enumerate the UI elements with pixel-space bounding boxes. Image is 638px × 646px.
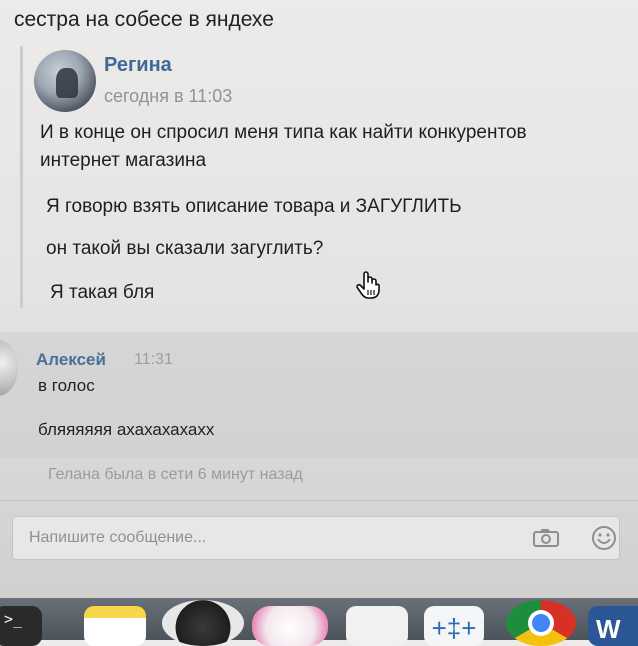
avatar-figure xyxy=(56,68,78,98)
notes-app-icon[interactable] xyxy=(84,606,146,646)
pointing-hand-cursor-icon xyxy=(356,270,382,307)
message-input[interactable] xyxy=(29,528,509,548)
smile-icon[interactable] xyxy=(591,525,617,551)
message-timestamp[interactable]: 11:31 xyxy=(134,351,173,369)
message-line: Я такая бля xyxy=(50,282,155,303)
chrome-app-icon[interactable] xyxy=(506,600,576,646)
word-app-icon[interactable]: W xyxy=(588,606,638,646)
message-compose-box xyxy=(12,516,620,560)
camera-icon[interactable] xyxy=(533,528,559,547)
avatar[interactable] xyxy=(34,50,96,112)
music-app-icon[interactable] xyxy=(252,606,328,646)
tableau-app-icon[interactable]: +‡+ xyxy=(424,606,484,646)
author-name[interactable]: Алексей xyxy=(36,350,106,370)
terminal-app-icon[interactable]: >_ xyxy=(0,606,42,646)
message-line: бляяяяяя ахахахахахх xyxy=(38,420,215,439)
quote-bar xyxy=(20,46,23,308)
divider xyxy=(0,500,638,501)
post-caption: сестра на собесе в яндехе xyxy=(14,8,274,31)
message-line: в голос xyxy=(38,376,95,395)
author-name[interactable]: Регина xyxy=(104,54,172,77)
message-line: интернет магазина xyxy=(40,150,207,171)
message-line: И в конце он спросил меня типа как найти… xyxy=(40,122,527,143)
chrome-center xyxy=(528,610,554,636)
calculator-app-icon[interactable] xyxy=(346,606,408,646)
message-line: Я говорю взять описание товара и ЗАГУГЛИ… xyxy=(46,196,462,217)
message-timestamp[interactable]: сегодня в 11:03 xyxy=(104,86,232,107)
online-status-text: Гелана была в сети 6 минут назад xyxy=(48,466,303,483)
message-line: он такой вы сказали загуглить? xyxy=(46,238,324,259)
finder-app-icon[interactable] xyxy=(162,600,244,646)
